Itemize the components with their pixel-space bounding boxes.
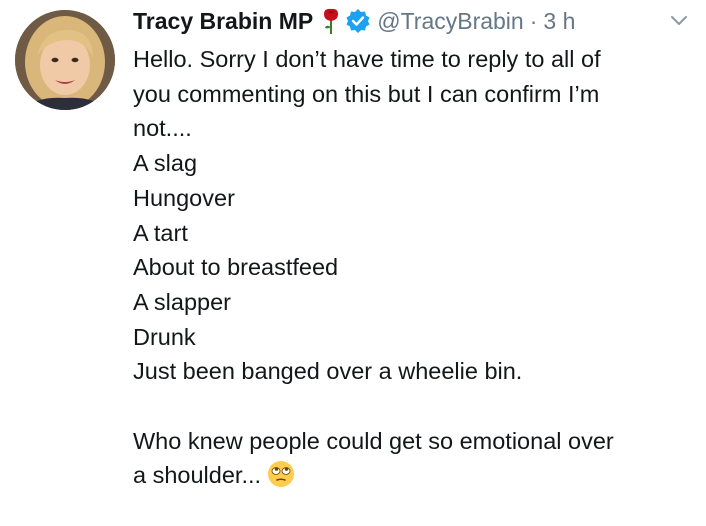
tweet-line: Just been banged over a wheelie bin. <box>133 358 523 385</box>
tweet-line: Hello. Sorry I don’t have time to reply … <box>133 46 601 72</box>
tweet-line: Drunk <box>133 323 196 350</box>
tweet-line-text: a shoulder... <box>133 462 262 489</box>
tweet-text: Hello. Sorry I don’t have time to reply … <box>133 42 698 493</box>
rose-icon <box>321 7 341 35</box>
verified-badge-icon <box>345 8 371 34</box>
separator-dot: · <box>529 7 538 34</box>
tweet-line-last: a shoulder... <box>133 458 698 493</box>
tweet-header: Tracy Brabin MP @TracyBrabin · 3 h <box>133 5 575 37</box>
tweet-line: A slapper <box>133 288 231 315</box>
tweet: Tracy Brabin MP @TracyBrabin · 3 h Hello… <box>0 0 706 526</box>
eye-roll-emoji-icon <box>267 460 295 488</box>
tweet-line: Hungover <box>133 184 235 211</box>
profile-avatar[interactable] <box>15 10 115 110</box>
tweet-line: not.... <box>133 115 192 142</box>
tweet-line: Who knew people could get so emotional o… <box>133 427 614 454</box>
tweet-line: A slag <box>133 150 198 177</box>
tweet-timestamp[interactable]: 3 h <box>543 8 575 35</box>
author-name[interactable]: Tracy Brabin MP <box>133 8 313 35</box>
tweet-line: you commenting on this but I can confirm… <box>133 80 600 107</box>
tweet-line: A tart <box>133 219 188 246</box>
tweet-line: About to breastfeed <box>133 254 339 281</box>
chevron-down-icon[interactable] <box>668 12 690 30</box>
author-handle[interactable]: @TracyBrabin <box>377 8 523 35</box>
avatar-photo <box>15 10 115 110</box>
